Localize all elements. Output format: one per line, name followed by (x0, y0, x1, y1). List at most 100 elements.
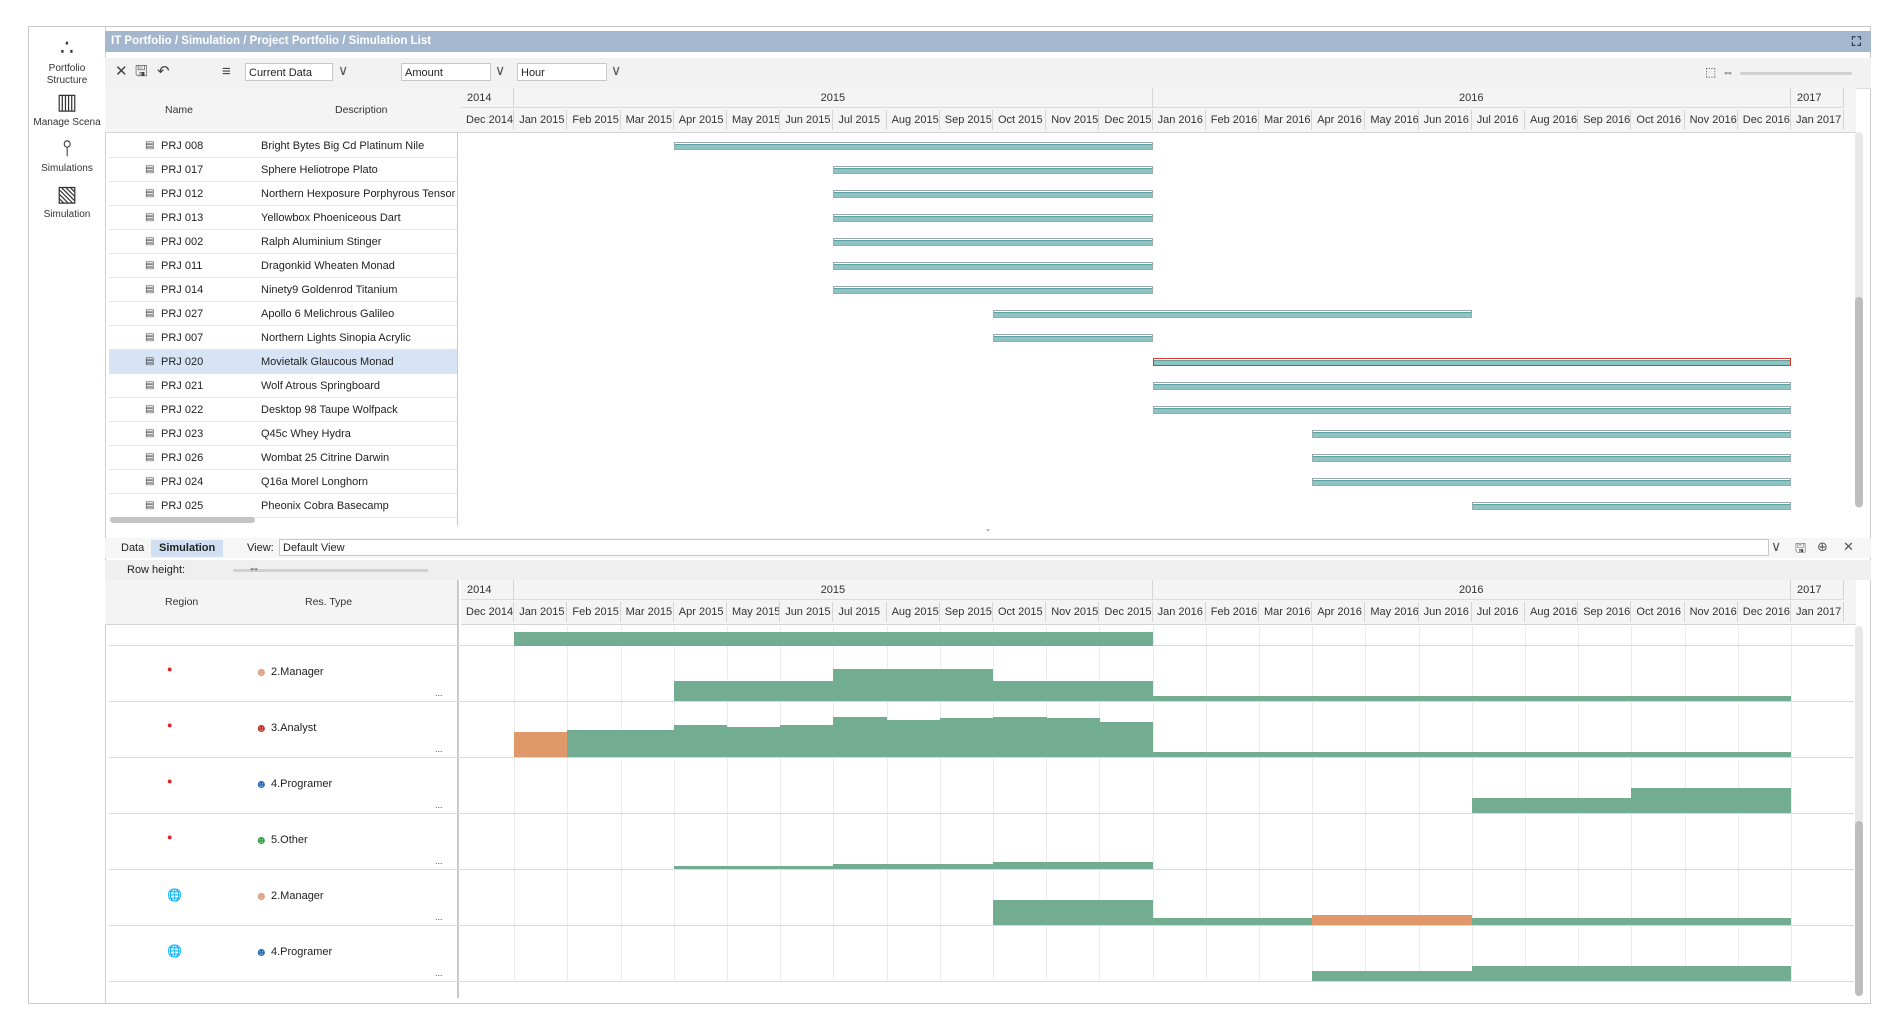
row-more-icon[interactable]: ... (435, 912, 443, 922)
row-more-icon[interactable]: ... (435, 688, 443, 698)
table-row[interactable]: ▤ PRJ 025 Pheonix Cobra Basecamp (109, 494, 457, 518)
month-label: Dec 2015 (1099, 110, 1153, 130)
close-view-icon[interactable]: ✕ (1843, 539, 1854, 555)
column-divider[interactable] (457, 132, 458, 526)
histogram-bar (1099, 900, 1154, 925)
histogram-bar (1471, 798, 1526, 813)
splitter-handle-icon[interactable]: ⌄ (970, 524, 1006, 533)
undo-icon[interactable]: ↶ (157, 63, 170, 81)
gantt-bar[interactable] (1312, 478, 1791, 486)
gantt-bar[interactable] (833, 214, 1153, 222)
tab-data[interactable]: Data (113, 540, 152, 557)
gantt-bar[interactable] (1152, 358, 1791, 366)
table-row[interactable]: ▤ PRJ 017 Sphere Heliotrope Plato (109, 158, 457, 182)
nav-simulations[interactable]: ⫯ Simulations (29, 135, 105, 175)
align-icon[interactable]: ≡ (222, 63, 231, 81)
gantt-bar[interactable] (1152, 406, 1791, 414)
table-row[interactable]: ▤ PRJ 008 Bright Bytes Big Cd Platinum Nil… (109, 134, 457, 158)
zoom-handle-icon[interactable]: ⇔ (1722, 63, 1734, 81)
gantt-bar[interactable] (993, 310, 1472, 318)
table-row[interactable]: ▤ PRJ 023 Q45c Whey Hydra (109, 422, 457, 446)
table-row[interactable]: ▤ PRJ 012 Northern Hexposure Porphyrous Te… (109, 182, 457, 206)
table-row[interactable]: ▤ PRJ 002 Ralph Aluminium Stinger (109, 230, 457, 254)
nav-manage-scenario[interactable]: ▥ Manage Scena (29, 89, 105, 129)
chevron-down-icon[interactable]: ∨ (495, 62, 505, 79)
table-row[interactable]: ▤ PRJ 027 Apollo 6 Melichrous Galileo (109, 302, 457, 326)
gantt-bar[interactable] (993, 334, 1153, 342)
histogram-bar (1046, 900, 1100, 925)
histogram-scroll-thumb[interactable] (1855, 821, 1863, 996)
project-name: PRJ 002 (161, 236, 204, 248)
project-name: PRJ 007 (161, 332, 204, 344)
gantt-bar-fill (1313, 432, 1790, 437)
save-view-icon[interactable]: 🖫 (1795, 539, 1806, 561)
data-select[interactable]: Current Data (245, 63, 333, 81)
histogram-bar (1684, 918, 1739, 925)
histogram-bar (1525, 798, 1579, 813)
table-row[interactable]: ▤ PRJ 013 Yellowbox Phoeniceous Dart (109, 206, 457, 230)
column-header-res-type[interactable]: Res. Type (305, 596, 352, 608)
month-label: Nov 2016 (1685, 110, 1738, 130)
month-label: Dec 2015 (1099, 602, 1153, 622)
row-more-icon[interactable]: ... (435, 800, 443, 810)
histogram-bar (1205, 918, 1260, 925)
table-row[interactable]: ▤ PRJ 021 Wolf Atrous Springboard (109, 374, 457, 398)
gantt-bar[interactable] (833, 238, 1153, 246)
table-row[interactable]: ▤ PRJ 014 Ninety9 Goldenrod Titanium (109, 278, 457, 302)
table-row[interactable]: ▤ PRJ 007 Northern Lights Sinopia Acrylic (109, 326, 457, 350)
save-icon[interactable]: 🖫 (135, 63, 148, 81)
nav-simulation[interactable]: ▧ Simulation (29, 181, 105, 221)
histogram-bar (833, 717, 888, 757)
fit-zoom-icon[interactable]: ⬚ (1705, 63, 1716, 81)
chevron-down-icon[interactable]: ∨ (611, 62, 621, 79)
project-description: Dragonkid Wheaten Monad (261, 260, 395, 272)
table-row[interactable]: ▤ PRJ 020 Movietalk Glaucous Monad (109, 350, 457, 374)
row-more-icon[interactable]: ... (435, 744, 443, 754)
gantt-scroll-thumb[interactable] (1855, 297, 1863, 507)
gantt-bar[interactable] (833, 166, 1153, 174)
table-row[interactable]: ▤ PRJ 024 Q16a Morel Longhorn (109, 470, 457, 494)
gantt-timeline-header: 2014 2015 2016 2017 Dec 2014 Jan 2015 Feb 2015… (461, 88, 1856, 133)
chevron-down-icon[interactable]: ∨ (1771, 538, 1781, 555)
month-label: May 2015 (727, 602, 781, 622)
person-icon: ☻ (255, 945, 268, 959)
project-name: PRJ 022 (161, 404, 204, 416)
table-hscroll-thumb[interactable] (110, 517, 255, 523)
histogram-scrollbar[interactable] (1855, 626, 1863, 996)
gantt-bar[interactable] (1312, 430, 1791, 438)
gantt-bar[interactable] (833, 262, 1153, 270)
view-select[interactable]: Default View (279, 539, 1769, 556)
table-row[interactable]: ▤ PRJ 022 Desktop 98 Taupe Wolfpack (109, 398, 457, 422)
zoom-slider[interactable] (1740, 72, 1852, 75)
gantt-bar[interactable] (833, 190, 1153, 198)
table-row[interactable]: ▤ PRJ 026 Wombat 25 Citrine Darwin (109, 446, 457, 470)
save-as-view-icon[interactable]: ⊕ (1817, 539, 1828, 555)
row-height-slider[interactable] (233, 569, 428, 572)
column-header-region[interactable]: Region (165, 596, 198, 608)
maximize-icon[interactable]: ⛶ (1852, 31, 1861, 52)
gantt-bar[interactable] (1152, 382, 1791, 390)
person-icon: ☻ (255, 833, 268, 847)
histogram-bar (993, 632, 1047, 646)
column-header-description[interactable]: Description (335, 104, 388, 116)
nav-portfolio-structure[interactable]: ∴ Portfolio Structure (29, 35, 105, 87)
histogram-bar (1099, 632, 1154, 646)
table-row[interactable]: ▤ PRJ 011 Dragonkid Wheaten Monad (109, 254, 457, 278)
gantt-bar[interactable] (1312, 454, 1791, 462)
histogram-row[interactable]: ● ☻ 5.Other... (109, 814, 1854, 870)
gantt-bar[interactable] (833, 286, 1153, 294)
gantt-bar[interactable] (1471, 502, 1791, 510)
amount-select[interactable]: Amount (401, 63, 491, 81)
chevron-down-icon[interactable]: ∨ (338, 62, 348, 79)
unit-select[interactable]: Hour (517, 63, 607, 81)
close-icon[interactable]: ✕ (115, 63, 128, 81)
tab-simulation[interactable]: Simulation (151, 540, 224, 557)
gantt-bar-fill (994, 312, 1471, 317)
row-more-icon[interactable]: ... (435, 968, 443, 978)
view-label: View: (247, 542, 274, 554)
row-more-icon[interactable]: ... (435, 856, 443, 866)
row-height-handle-icon[interactable]: ⇔ (248, 561, 260, 575)
gantt-scrollbar[interactable] (1855, 132, 1863, 508)
gantt-bar[interactable] (673, 142, 1153, 150)
column-header-name[interactable]: Name (165, 104, 193, 116)
